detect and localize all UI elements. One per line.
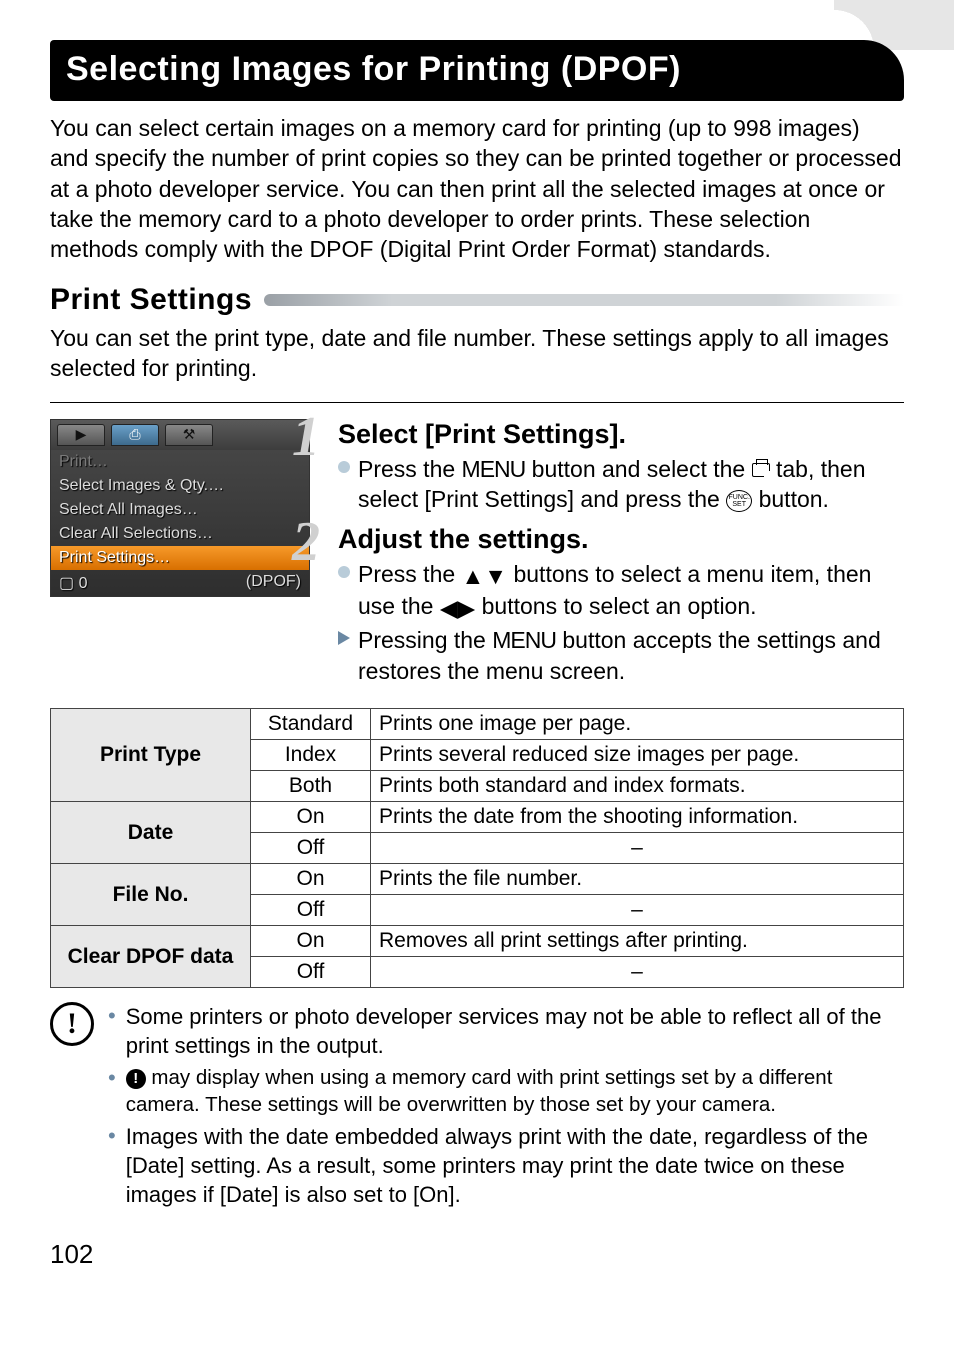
bullet-icon <box>338 461 350 473</box>
menu-word: MENU <box>462 456 526 482</box>
row-clear-dpof: Clear DPOF data <box>51 926 251 988</box>
camera-menu-screenshot: ▶ ⎙ ⚒ Print… Select Images & Qty.… Selec… <box>50 419 310 597</box>
opt-fileno-on: On <box>251 864 371 895</box>
menu-row-print: Print… <box>51 450 309 474</box>
bullet-icon <box>338 566 350 578</box>
warning-badge-icon: ! <box>126 1069 146 1089</box>
opt-date-on: On <box>251 802 371 833</box>
separator-rule <box>50 402 904 403</box>
up-down-arrows-icon: ▲▼ <box>462 561 508 591</box>
left-right-arrows-icon: ◀▶ <box>440 593 475 623</box>
bullet-dot-icon: • <box>108 1002 116 1060</box>
footer-dpof: (DPOF) <box>246 573 301 593</box>
step-1-body: Press the MENU button and select the tab… <box>358 454 904 515</box>
page-title: Selecting Images for Printing (DPOF) <box>50 40 904 101</box>
opt-clear-off: Off <box>251 957 371 988</box>
row-print-type: Print Type <box>51 709 251 802</box>
section-intro: You can set the print type, date and fil… <box>50 323 904 384</box>
caution-item-3: Images with the date embedded always pri… <box>126 1122 904 1209</box>
caution-icon: ! <box>50 1002 94 1046</box>
caution-item-2: ! may display when using a memory card w… <box>126 1064 904 1118</box>
menu-row-print-settings-label: Print Settings… <box>59 549 170 567</box>
print-settings-table: Print Type Standard Prints one image per… <box>50 708 904 988</box>
opt-index: Index <box>251 740 371 771</box>
desc-date-on: Prints the date from the shooting inform… <box>371 802 904 833</box>
footer-count: ▢ 0 <box>59 573 87 593</box>
step-number-2: 2 <box>292 510 320 574</box>
bullet-dot-icon: • <box>108 1122 116 1209</box>
opt-fileno-off: Off <box>251 895 371 926</box>
tab-playback-icon: ▶ <box>57 424 105 446</box>
page-number: 102 <box>50 1239 904 1270</box>
opt-standard: Standard <box>251 709 371 740</box>
opt-both: Both <box>251 771 371 802</box>
opt-clear-on: On <box>251 926 371 957</box>
bullet-dot-icon: • <box>108 1064 116 1118</box>
desc-fileno-on: Prints the file number. <box>371 864 904 895</box>
intro-paragraph: You can select certain images on a memor… <box>50 113 904 265</box>
desc-date-off: – <box>371 833 904 864</box>
step-2-title: Adjust the settings. <box>338 524 904 555</box>
desc-both: Prints both standard and index formats. <box>371 771 904 802</box>
desc-clear-on: Removes all print settings after printin… <box>371 926 904 957</box>
row-fileno: File No. <box>51 864 251 926</box>
menu-row-clear-all: Clear All Selections… <box>51 522 309 546</box>
tab-print-icon: ⎙ <box>111 424 159 446</box>
desc-fileno-off: – <box>371 895 904 926</box>
menu-row-print-settings-highlighted: Print Settings… <box>51 546 309 570</box>
menu-row-select-all: Select All Images… <box>51 498 309 522</box>
step-2-body-1: Press the ▲▼ buttons to select a menu it… <box>358 559 904 623</box>
step-2-body-2: Pressing the MENU button accepts the set… <box>358 625 904 686</box>
menu-word: MENU <box>492 627 556 653</box>
func-set-button-icon: FUNC.SET <box>726 490 752 512</box>
desc-standard: Prints one image per page. <box>371 709 904 740</box>
step-number-1: 1 <box>292 405 320 469</box>
caution-box: ! • Some printers or photo developer ser… <box>50 1002 904 1213</box>
heading-rule <box>264 294 904 306</box>
desc-index: Prints several reduced size images per p… <box>371 740 904 771</box>
desc-clear-off: – <box>371 957 904 988</box>
section-heading-print-settings: Print Settings <box>50 283 252 317</box>
tab-setup-icon: ⚒ <box>165 424 213 446</box>
result-triangle-icon <box>338 631 350 645</box>
menu-row-select-images-qty: Select Images & Qty.… <box>51 474 309 498</box>
print-tab-icon <box>752 463 770 477</box>
row-date: Date <box>51 802 251 864</box>
caution-item-1: Some printers or photo developer service… <box>126 1002 904 1060</box>
opt-date-off: Off <box>251 833 371 864</box>
step-1-title: Select [Print Settings]. <box>338 419 904 450</box>
